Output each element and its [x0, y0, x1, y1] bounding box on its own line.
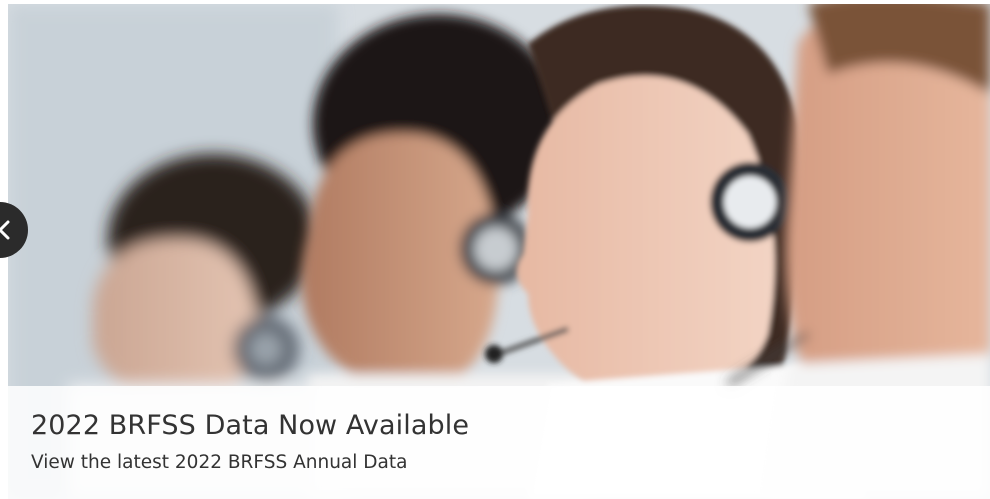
carousel: 2022 BRFSS Data Now Available View the l…: [0, 0, 990, 499]
slide-subtitle[interactable]: View the latest 2022 BRFSS Annual Data: [31, 452, 407, 473]
chevron-left-icon: [0, 220, 10, 240]
slide-caption[interactable]: 2022 BRFSS Data Now Available View the l…: [8, 386, 990, 499]
slide-title[interactable]: 2022 BRFSS Data Now Available: [31, 410, 469, 441]
